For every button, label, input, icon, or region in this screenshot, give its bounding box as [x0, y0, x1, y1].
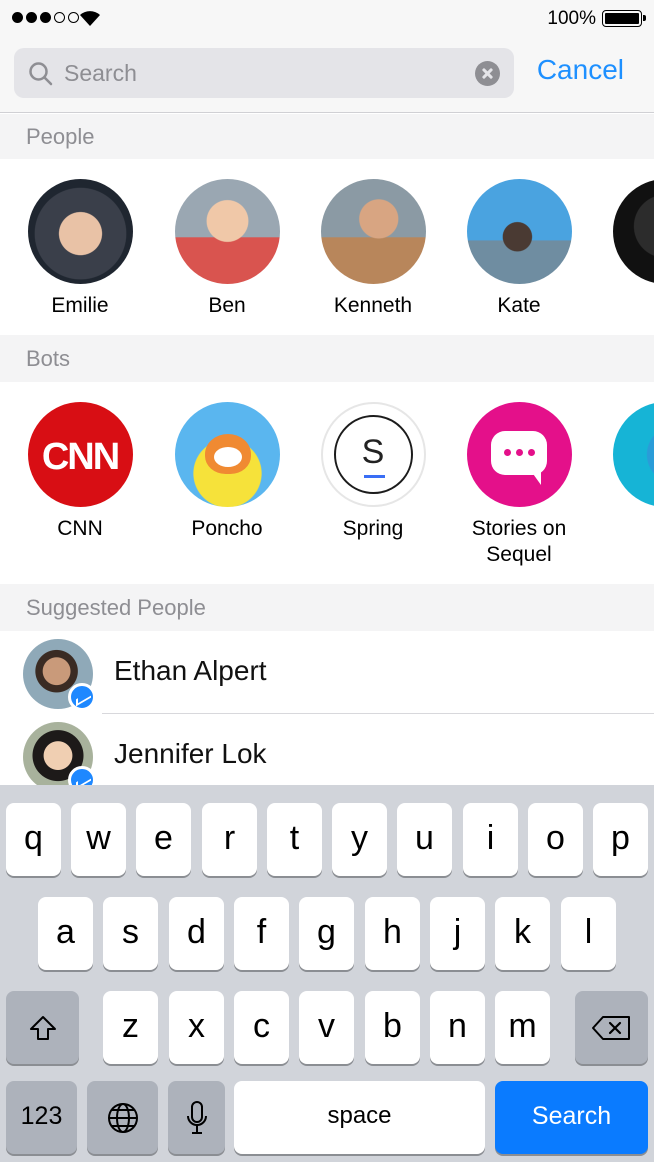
- avatar: [27, 179, 133, 284]
- backspace-icon: [591, 1016, 630, 1041]
- messenger-icon: [68, 683, 96, 711]
- numbers-key[interactable]: 123: [6, 1081, 77, 1154]
- space-key[interactable]: space: [234, 1081, 485, 1154]
- key-s[interactable]: s: [103, 897, 158, 970]
- key-h[interactable]: h: [365, 897, 420, 970]
- shift-key[interactable]: [6, 991, 79, 1064]
- key-g[interactable]: g: [299, 897, 354, 970]
- bot-name: CNN: [57, 517, 103, 540]
- cellular-signal-icon: [12, 12, 79, 23]
- contact-name: Ethan Alpert: [114, 655, 267, 686]
- bot-logo-icon: [612, 402, 654, 507]
- person-name: Kenneth: [333, 294, 413, 317]
- status-bar: 100%: [0, 0, 654, 38]
- key-v[interactable]: v: [299, 991, 354, 1064]
- avatar: [320, 179, 426, 284]
- cnn-logo-text: CNN: [41, 436, 120, 478]
- key-p[interactable]: p: [593, 803, 648, 876]
- key-k[interactable]: k: [495, 897, 550, 970]
- chat-bubble-icon: [466, 402, 572, 507]
- key-b[interactable]: b: [365, 991, 420, 1064]
- poncho-cat-icon: [174, 402, 280, 507]
- key-q[interactable]: q: [6, 803, 61, 876]
- key-n[interactable]: n: [430, 991, 485, 1064]
- key-l[interactable]: l: [561, 897, 616, 970]
- bot-name: Spring: [342, 517, 404, 540]
- people-section-header: People: [0, 114, 654, 159]
- bot-item-partial[interactable]: [595, 402, 654, 516]
- key-d[interactable]: d: [169, 897, 224, 970]
- messenger-icon: [68, 766, 96, 785]
- person-item-ben[interactable]: Ben: [157, 179, 297, 319]
- spring-logo-text: S: [333, 415, 413, 494]
- keyboard: q w e r t y u i o p a s d f g h j k l z …: [0, 785, 654, 1162]
- people-carousel[interactable]: Emilie Ben Kenneth Kate Je: [0, 159, 654, 335]
- cnn-logo-icon: CNN: [27, 402, 133, 507]
- battery-percentage: 100%: [547, 8, 596, 29]
- avatar: [174, 179, 280, 284]
- person-name: Je: [595, 293, 654, 319]
- suggested-people-list: Ethan Alpert Jennifer Lok: [0, 631, 654, 785]
- search-icon: [29, 62, 53, 86]
- bot-item-spring[interactable]: S Spring: [303, 402, 443, 542]
- person-name: Kate: [497, 294, 541, 317]
- list-item[interactable]: Ethan Alpert: [0, 631, 654, 714]
- person-item-kate[interactable]: Kate: [449, 179, 589, 319]
- search-header: Cancel: [0, 38, 654, 113]
- key-m[interactable]: m: [495, 991, 550, 1064]
- key-f[interactable]: f: [234, 897, 289, 970]
- clear-search-icon[interactable]: [475, 61, 500, 86]
- key-i[interactable]: i: [463, 803, 518, 876]
- list-item[interactable]: Jennifer Lok: [0, 714, 654, 785]
- wifi-icon: [80, 11, 100, 26]
- key-w[interactable]: w: [71, 803, 126, 876]
- search-bar[interactable]: [14, 48, 514, 98]
- key-o[interactable]: o: [528, 803, 583, 876]
- bot-name: Poncho: [191, 517, 263, 540]
- bots-section-header: Bots: [0, 335, 654, 382]
- key-c[interactable]: c: [234, 991, 289, 1064]
- person-name: Ben: [208, 294, 246, 317]
- globe-icon: [107, 1103, 138, 1134]
- avatar: [612, 179, 654, 284]
- person-item-partial[interactable]: Je: [595, 179, 654, 319]
- key-r[interactable]: r: [202, 803, 257, 876]
- bot-item-poncho[interactable]: Poncho: [157, 402, 297, 542]
- battery-icon: [602, 10, 646, 27]
- cancel-button[interactable]: Cancel: [537, 54, 624, 86]
- suggested-section-header: Suggested People: [0, 584, 654, 631]
- search-key[interactable]: Search: [495, 1081, 648, 1154]
- bots-carousel[interactable]: CNN CNN Poncho S Spring Stories on Seque…: [0, 382, 654, 584]
- key-u[interactable]: u: [397, 803, 452, 876]
- bot-item-cnn[interactable]: CNN CNN: [10, 402, 150, 542]
- spring-logo-icon: S: [320, 402, 426, 507]
- search-input[interactable]: [64, 48, 464, 98]
- bot-item-stories-on-sequel[interactable]: Stories on Sequel: [449, 402, 589, 568]
- key-e[interactable]: e: [136, 803, 191, 876]
- key-j[interactable]: j: [430, 897, 485, 970]
- microphone-icon: [186, 1101, 207, 1135]
- person-item-emilie[interactable]: Emilie: [10, 179, 150, 319]
- bot-name: Stories on Sequel: [471, 517, 567, 566]
- person-name: Emilie: [51, 294, 109, 317]
- globe-key[interactable]: [87, 1081, 158, 1154]
- key-z[interactable]: z: [103, 991, 158, 1064]
- person-item-kenneth[interactable]: Kenneth: [303, 179, 443, 319]
- key-y[interactable]: y: [332, 803, 387, 876]
- delete-key[interactable]: [575, 991, 648, 1064]
- key-a[interactable]: a: [38, 897, 93, 970]
- key-x[interactable]: x: [169, 991, 224, 1064]
- avatar: [466, 179, 572, 284]
- dictation-key[interactable]: [168, 1081, 225, 1154]
- shift-icon: [29, 1016, 56, 1041]
- key-t[interactable]: t: [267, 803, 322, 876]
- contact-name: Jennifer Lok: [114, 738, 267, 769]
